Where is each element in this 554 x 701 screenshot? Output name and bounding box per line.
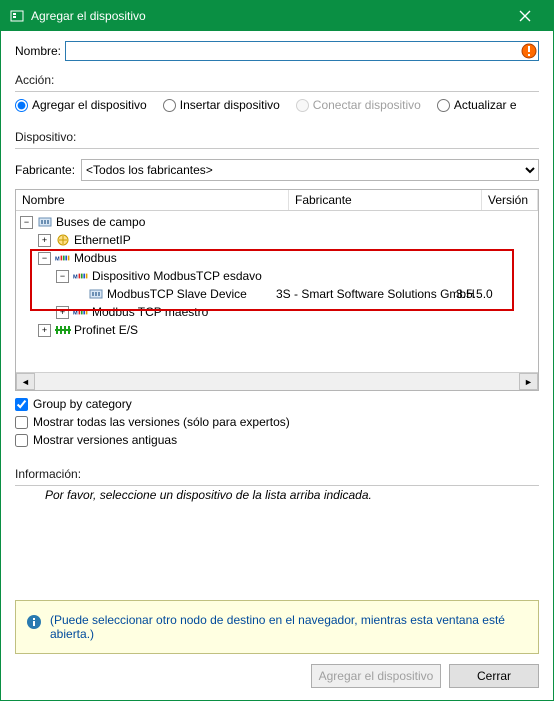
info-text: Por favor, seleccione un dispositivo de … [45,488,372,502]
vendor-row: Fabricante: <Todos los fabricantes> [15,159,539,181]
tree-node-modbus-tcp-master[interactable]: + M Modbus TCP maestro [16,303,538,321]
vendor-label: Fabricante: [15,163,75,177]
tree-node-fieldbuses[interactable]: − Buses de campo [16,213,538,231]
modbus-icon: M [73,304,89,320]
hint-box: (Puede seleccionar otro nodo de destino … [15,600,539,654]
name-row: Nombre: [15,41,539,61]
collapse-icon[interactable]: − [20,216,33,229]
svg-text:M: M [73,274,78,280]
add-device-button: Agregar el dispositivo [311,664,441,688]
dialog-content: Nombre: Acción: Agregar el dispositivo I… [1,31,553,700]
radio-add-device-input[interactable] [15,99,28,112]
tree-label: Modbus TCP maestro [92,305,208,319]
modbus-icon: M [55,250,71,266]
radio-insert-device-label: Insertar dispositivo [180,98,280,112]
info-icon [26,614,42,630]
name-label: Nombre: [15,44,61,58]
tree-header-vendor[interactable]: Fabricante [289,190,482,210]
radio-connect-device: Conectar dispositivo [296,98,421,112]
radio-update-device-input[interactable] [437,99,450,112]
tree-label: Dispositivo ModbusTCP esdavo [92,269,262,283]
dialog-buttons: Agregar el dispositivo Cerrar [15,654,539,694]
device-icon [88,286,104,302]
action-radios: Agregar el dispositivo Insertar disposit… [15,98,539,112]
radio-add-device[interactable]: Agregar el dispositivo [15,98,147,112]
check-show-old-versions-input[interactable] [15,434,28,447]
warning-icon [521,43,537,59]
radio-connect-device-label: Conectar dispositivo [313,98,421,112]
tree-node-modbus-tcp-slave[interactable]: − M Dispositivo ModbusTCP esdavo [16,267,538,285]
window-title: Agregar el dispositivo [31,9,505,23]
radio-connect-device-input [296,99,309,112]
close-button-bottom[interactable]: Cerrar [449,664,539,688]
close-button[interactable] [505,1,545,31]
tree-version: 3.5.5.0 [456,287,538,301]
radio-update-device-label: Actualizar e [454,98,517,112]
check-group-by-category-input[interactable] [15,398,28,411]
titlebar: Agregar el dispositivo [1,1,553,31]
tree-body[interactable]: − Buses de campo + EthernetIP [16,211,538,372]
tree-node-ethernetip[interactable]: + EthernetIP [16,231,538,249]
expand-icon[interactable]: + [38,324,51,337]
device-group-label: Dispositivo: [15,130,539,144]
vendor-select[interactable]: <Todos los fabricantes> [81,159,539,181]
radio-insert-device[interactable]: Insertar dispositivo [163,98,280,112]
radio-add-device-label: Agregar el dispositivo [32,98,147,112]
collapse-icon[interactable]: − [38,252,51,265]
radio-insert-device-input[interactable] [163,99,176,112]
ethernetip-icon [55,232,71,248]
tree-label: Buses de campo [56,215,145,229]
tree-node-modbus[interactable]: − M Modbus [16,249,538,267]
tree-node-modbus-tcp-slave-device[interactable]: ModbusTCP Slave Device 3S - Smart Softwa… [16,285,538,303]
info-group-label: Información: [15,467,539,481]
tree-label: Modbus [74,251,117,265]
tree-node-profinet[interactable]: + Profinet E/S [16,321,538,339]
device-group: Fabricante: <Todos los fabricantes> Nomb… [15,148,539,457]
tree-label: EthernetIP [74,233,131,247]
check-show-all-versions-input[interactable] [15,416,28,429]
app-icon [9,8,25,24]
action-group-label: Acción: [15,73,539,87]
profinet-icon [55,322,71,338]
options-checks: Group by category Mostrar todas las vers… [15,397,539,447]
horizontal-scrollbar[interactable]: ◄ ► [16,372,538,390]
close-icon [519,10,531,22]
radio-update-device[interactable]: Actualizar e [437,98,517,112]
check-label: Group by category [33,397,132,411]
name-input-wrap [65,41,539,61]
modbus-icon: M [73,268,89,284]
expand-icon[interactable]: + [38,234,51,247]
check-label: Mostrar versiones antiguas [33,433,177,447]
tree-label: ModbusTCP Slave Device [107,287,247,301]
svg-text:M: M [55,256,60,262]
name-input[interactable] [65,41,539,61]
hint-text: (Puede seleccionar otro nodo de destino … [50,613,528,641]
device-tree: Nombre Fabricante Versión − Buses de cam… [15,189,539,391]
check-show-old-versions[interactable]: Mostrar versiones antiguas [15,433,539,447]
expand-icon[interactable]: + [56,306,69,319]
action-group: Agregar el dispositivo Insertar disposit… [15,91,539,120]
check-label: Mostrar todas las versiones (sólo para e… [33,415,290,429]
svg-text:M: M [73,310,78,316]
tree-header-name[interactable]: Nombre [16,190,289,210]
check-group-by-category[interactable]: Group by category [15,397,539,411]
tree-vendor: 3S - Smart Software Solutions GmbH [276,287,456,301]
check-show-all-versions[interactable]: Mostrar todas las versiones (sólo para e… [15,415,539,429]
dialog-window: Agregar el dispositivo Nombre: Acción: A… [0,0,554,701]
collapse-icon[interactable]: − [56,270,69,283]
tree-header-version[interactable]: Versión [482,190,538,210]
tree-header: Nombre Fabricante Versión [16,190,538,211]
scroll-right-arrow[interactable]: ► [519,373,538,390]
info-box: Por favor, seleccione un dispositivo de … [15,485,539,588]
tree-label: Profinet E/S [74,323,138,337]
scroll-left-arrow[interactable]: ◄ [16,373,35,390]
device-icon [37,214,53,230]
